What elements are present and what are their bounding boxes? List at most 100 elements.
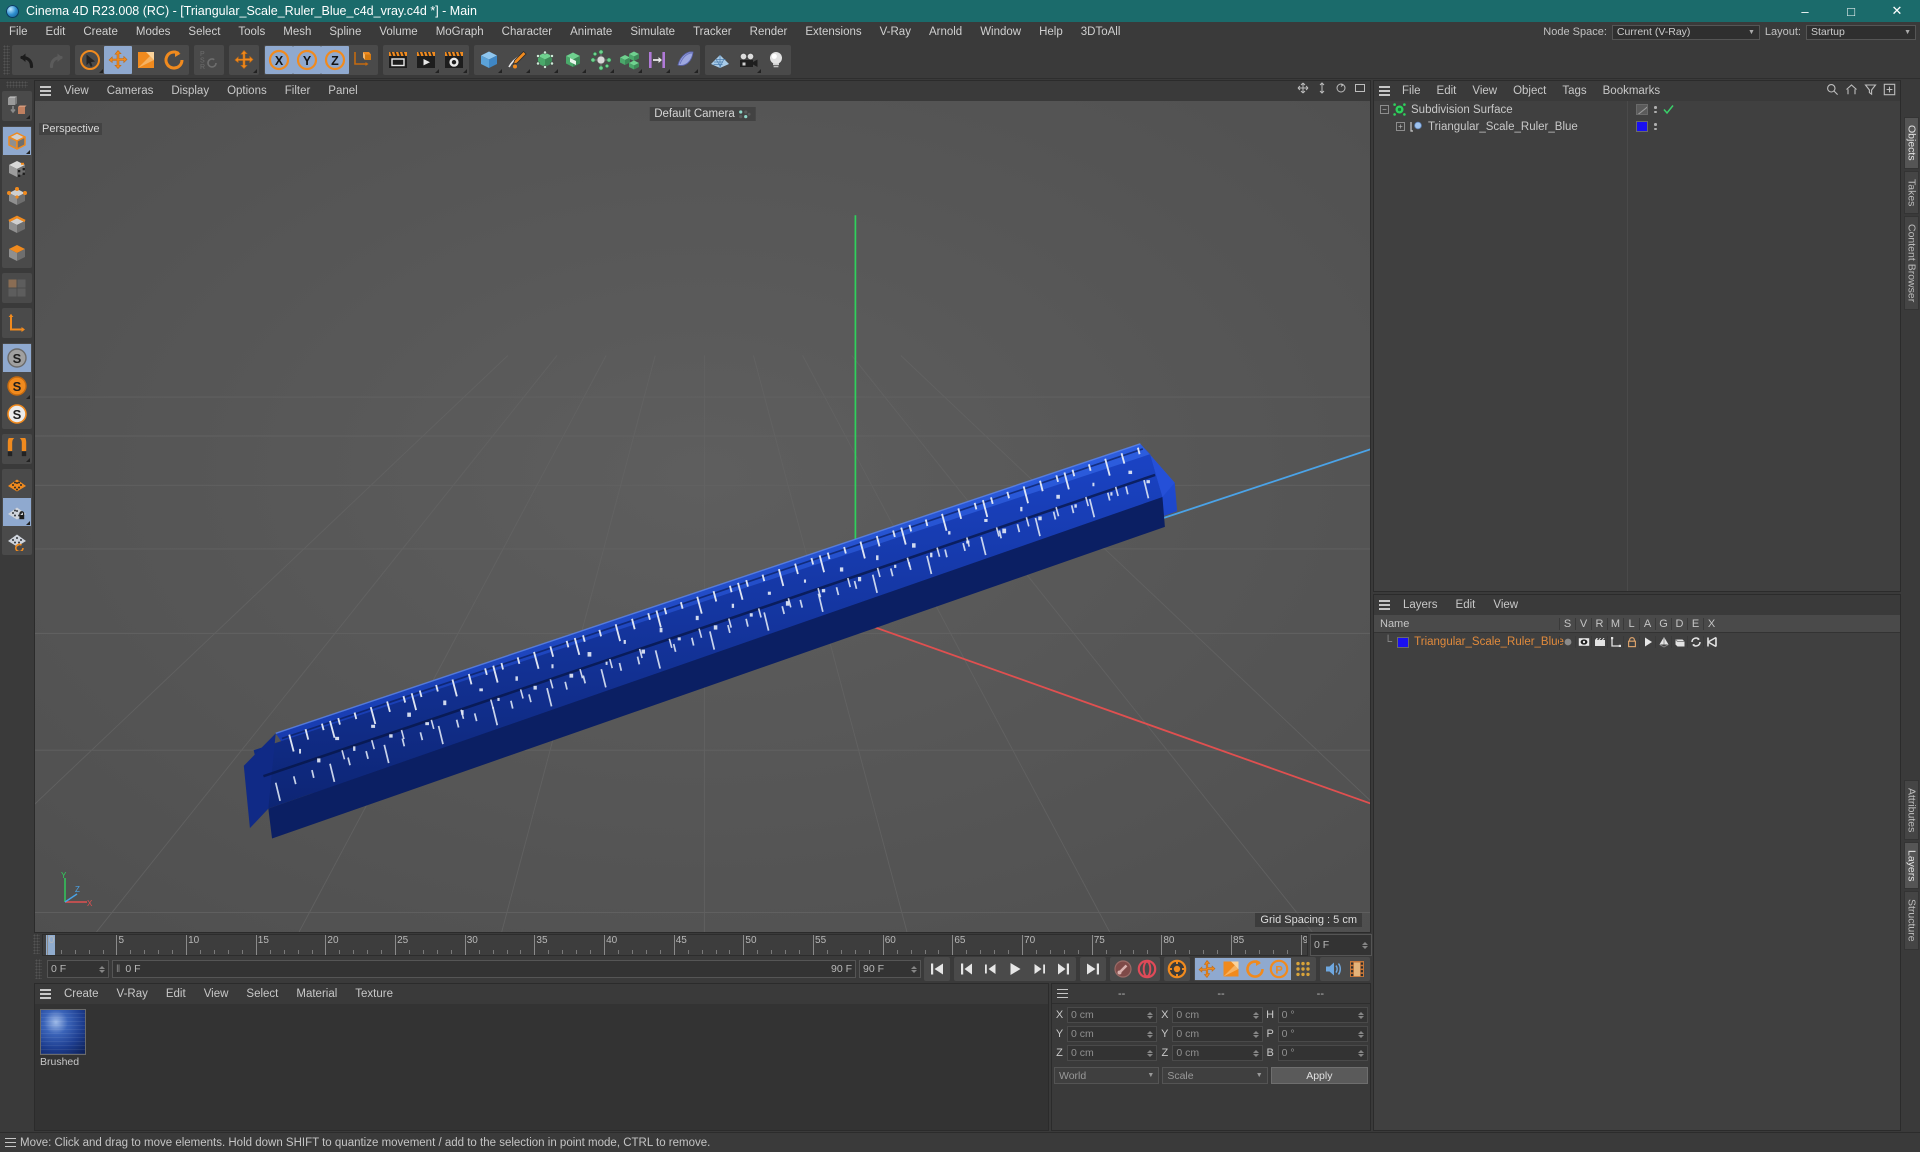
material-menu-edit[interactable]: Edit — [157, 984, 195, 1004]
menu-edit[interactable]: Edit — [37, 22, 75, 42]
transport-point-level-animation-button[interactable] — [1291, 958, 1315, 980]
transport-sound-button[interactable] — [1321, 958, 1345, 980]
tool-snap-settings-button[interactable]: S — [3, 372, 31, 400]
apply-button[interactable]: Apply — [1270, 1067, 1368, 1084]
object-menu-bookmarks[interactable]: Bookmarks — [1595, 81, 1669, 101]
menu-arnold[interactable]: Arnold — [920, 22, 971, 42]
menu-character[interactable]: Character — [493, 22, 562, 42]
tool-subdivision-surface-button[interactable] — [531, 46, 559, 74]
coord-field-size-y[interactable]: 0 cm — [1172, 1026, 1263, 1042]
end-frame-field[interactable]: 90 F — [859, 960, 921, 978]
layers-menu-edit[interactable]: Edit — [1447, 595, 1485, 615]
material-menu-select[interactable]: Select — [237, 984, 287, 1004]
transport-go-to-next-keyframe-button[interactable] — [1051, 958, 1075, 980]
tool-points-mode-button[interactable] — [3, 183, 31, 211]
new-tab-icon[interactable] — [1883, 83, 1896, 96]
coordinate-system-select[interactable]: World ▼ — [1054, 1067, 1160, 1084]
viewport-menu-options[interactable]: Options — [218, 81, 276, 101]
tool-make-editable-button[interactable] — [3, 92, 31, 120]
menu-volume[interactable]: Volume — [370, 22, 426, 42]
material-menu-icon[interactable] — [35, 984, 55, 1004]
tag-dots-icon[interactable] — [1654, 106, 1657, 113]
layer-toggle-l[interactable] — [1623, 636, 1639, 648]
viewport-menu-cameras[interactable]: Cameras — [98, 81, 163, 101]
menu-mesh[interactable]: Mesh — [274, 22, 320, 42]
stepper-icon[interactable] — [1362, 941, 1368, 949]
node-space-select[interactable]: Current (V-Ray) ▼ — [1611, 24, 1760, 40]
viewport-3d[interactable]: Perspective Default Camera Grid Spacing … — [35, 101, 1370, 932]
object-tag-color-swatch[interactable] — [1636, 121, 1648, 132]
layer-toggle-x[interactable] — [1703, 636, 1719, 648]
layer-row[interactable]: └ Triangular_Scale_Ruler_Blue — [1374, 633, 1900, 651]
tool-object-axis-button[interactable] — [3, 309, 31, 337]
transport-go-to-end-button[interactable] — [1081, 958, 1105, 980]
material-item[interactable]: Brushed — [40, 1009, 86, 1068]
coord-field-rot-p[interactable]: 0 ° — [1277, 1026, 1368, 1042]
tool-submenu-corner[interactable] — [638, 69, 642, 73]
stepper-icon[interactable] — [911, 965, 917, 973]
tool-submenu-corner[interactable] — [25, 150, 30, 154]
timeline-ruler[interactable]: 0 5 10 15 20 25 30 35 40 45 50 55 60 65 70 75 80 85 90 — [42, 934, 1308, 956]
transport-timeline-button[interactable] — [1345, 958, 1369, 980]
layer-toggle-a[interactable] — [1639, 636, 1655, 648]
menu-window[interactable]: Window — [971, 22, 1030, 42]
menu-animate[interactable]: Animate — [561, 22, 621, 42]
coordinates-menu-icon[interactable] — [1052, 984, 1072, 1004]
tool-submenu-corner[interactable] — [694, 69, 698, 73]
tool-submenu-corner[interactable] — [253, 69, 257, 73]
tool-light-button[interactable] — [762, 46, 790, 74]
right-tab-structure[interactable]: Structure — [1903, 891, 1919, 950]
tool-submenu-corner[interactable] — [582, 69, 586, 73]
tool-scene-nodes-button[interactable] — [643, 46, 671, 74]
coord-field-size-z[interactable]: 0 cm — [1172, 1045, 1263, 1061]
layer-toggle-e[interactable] — [1687, 636, 1703, 648]
menu-extensions[interactable]: Extensions — [796, 22, 870, 42]
layers-list[interactable]: └ Triangular_Scale_Ruler_Blue — [1374, 633, 1900, 1130]
tool-polygons-mode-button[interactable] — [3, 239, 31, 267]
material-thumbnail[interactable] — [40, 1009, 86, 1055]
layers-menu-layers[interactable]: Layers — [1394, 595, 1447, 615]
transport-autokeying-button[interactable] — [1135, 958, 1159, 980]
tool-edit-render-settings-button[interactable] — [440, 46, 468, 74]
tool-magnet-button[interactable] — [3, 435, 31, 463]
stepper-icon[interactable] — [1147, 1030, 1154, 1038]
menu-create[interactable]: Create — [74, 22, 127, 42]
layer-toggle-g[interactable] — [1655, 636, 1671, 648]
stepper-icon[interactable] — [1147, 1011, 1154, 1019]
menu-simulate[interactable]: Simulate — [621, 22, 684, 42]
tool-pen-button[interactable] — [503, 46, 531, 74]
filter-icon[interactable] — [1864, 83, 1877, 96]
layer-toggle-m[interactable] — [1607, 636, 1623, 648]
tool-submenu-corner[interactable] — [25, 458, 30, 462]
tool-submenu-corner[interactable] — [610, 69, 614, 73]
menu-modes[interactable]: Modes — [127, 22, 180, 42]
tool-floor-button[interactable] — [706, 46, 734, 74]
tool-cube-button[interactable] — [475, 46, 503, 74]
coord-field-rot-h[interactable]: 0 ° — [1277, 1007, 1368, 1023]
menu-tools[interactable]: Tools — [229, 22, 274, 42]
layers-menu-view[interactable]: View — [1484, 595, 1527, 615]
tool-workplane-button[interactable] — [3, 470, 31, 498]
zoom-icon[interactable] — [1316, 82, 1328, 94]
tool-undo-button[interactable] — [13, 46, 41, 74]
menu-help[interactable]: Help — [1030, 22, 1072, 42]
tool-bend-button[interactable] — [587, 46, 615, 74]
search-icon[interactable] — [1826, 83, 1839, 96]
coord-field-size-x[interactable]: 0 cm — [1172, 1007, 1263, 1023]
coord-field-rot-b[interactable]: 0 ° — [1277, 1045, 1368, 1061]
tool-edges-mode-button[interactable] — [3, 211, 31, 239]
tool-planar-workplane-button[interactable] — [3, 526, 31, 554]
object-menu-file[interactable]: File — [1394, 81, 1429, 101]
tool-x-axis-button[interactable]: X — [265, 46, 293, 74]
transport-keyframe-selection-button[interactable] — [1165, 958, 1189, 980]
material-menu-texture[interactable]: Texture — [346, 984, 402, 1004]
coord-field-pos-x[interactable]: 0 cm — [1067, 1007, 1158, 1023]
material-menu-create[interactable]: Create — [55, 984, 108, 1004]
tool-redo-button[interactable] — [41, 46, 69, 74]
maximize-viewport-icon[interactable] — [1354, 82, 1366, 94]
viewport-menu-icon[interactable] — [35, 81, 55, 101]
tool-world-object-coordinate-system-button[interactable] — [349, 46, 377, 74]
menu-file[interactable]: File — [0, 22, 37, 42]
maximize-button[interactable]: □ — [1828, 0, 1874, 22]
viewport-menu-panel[interactable]: Panel — [319, 81, 366, 101]
